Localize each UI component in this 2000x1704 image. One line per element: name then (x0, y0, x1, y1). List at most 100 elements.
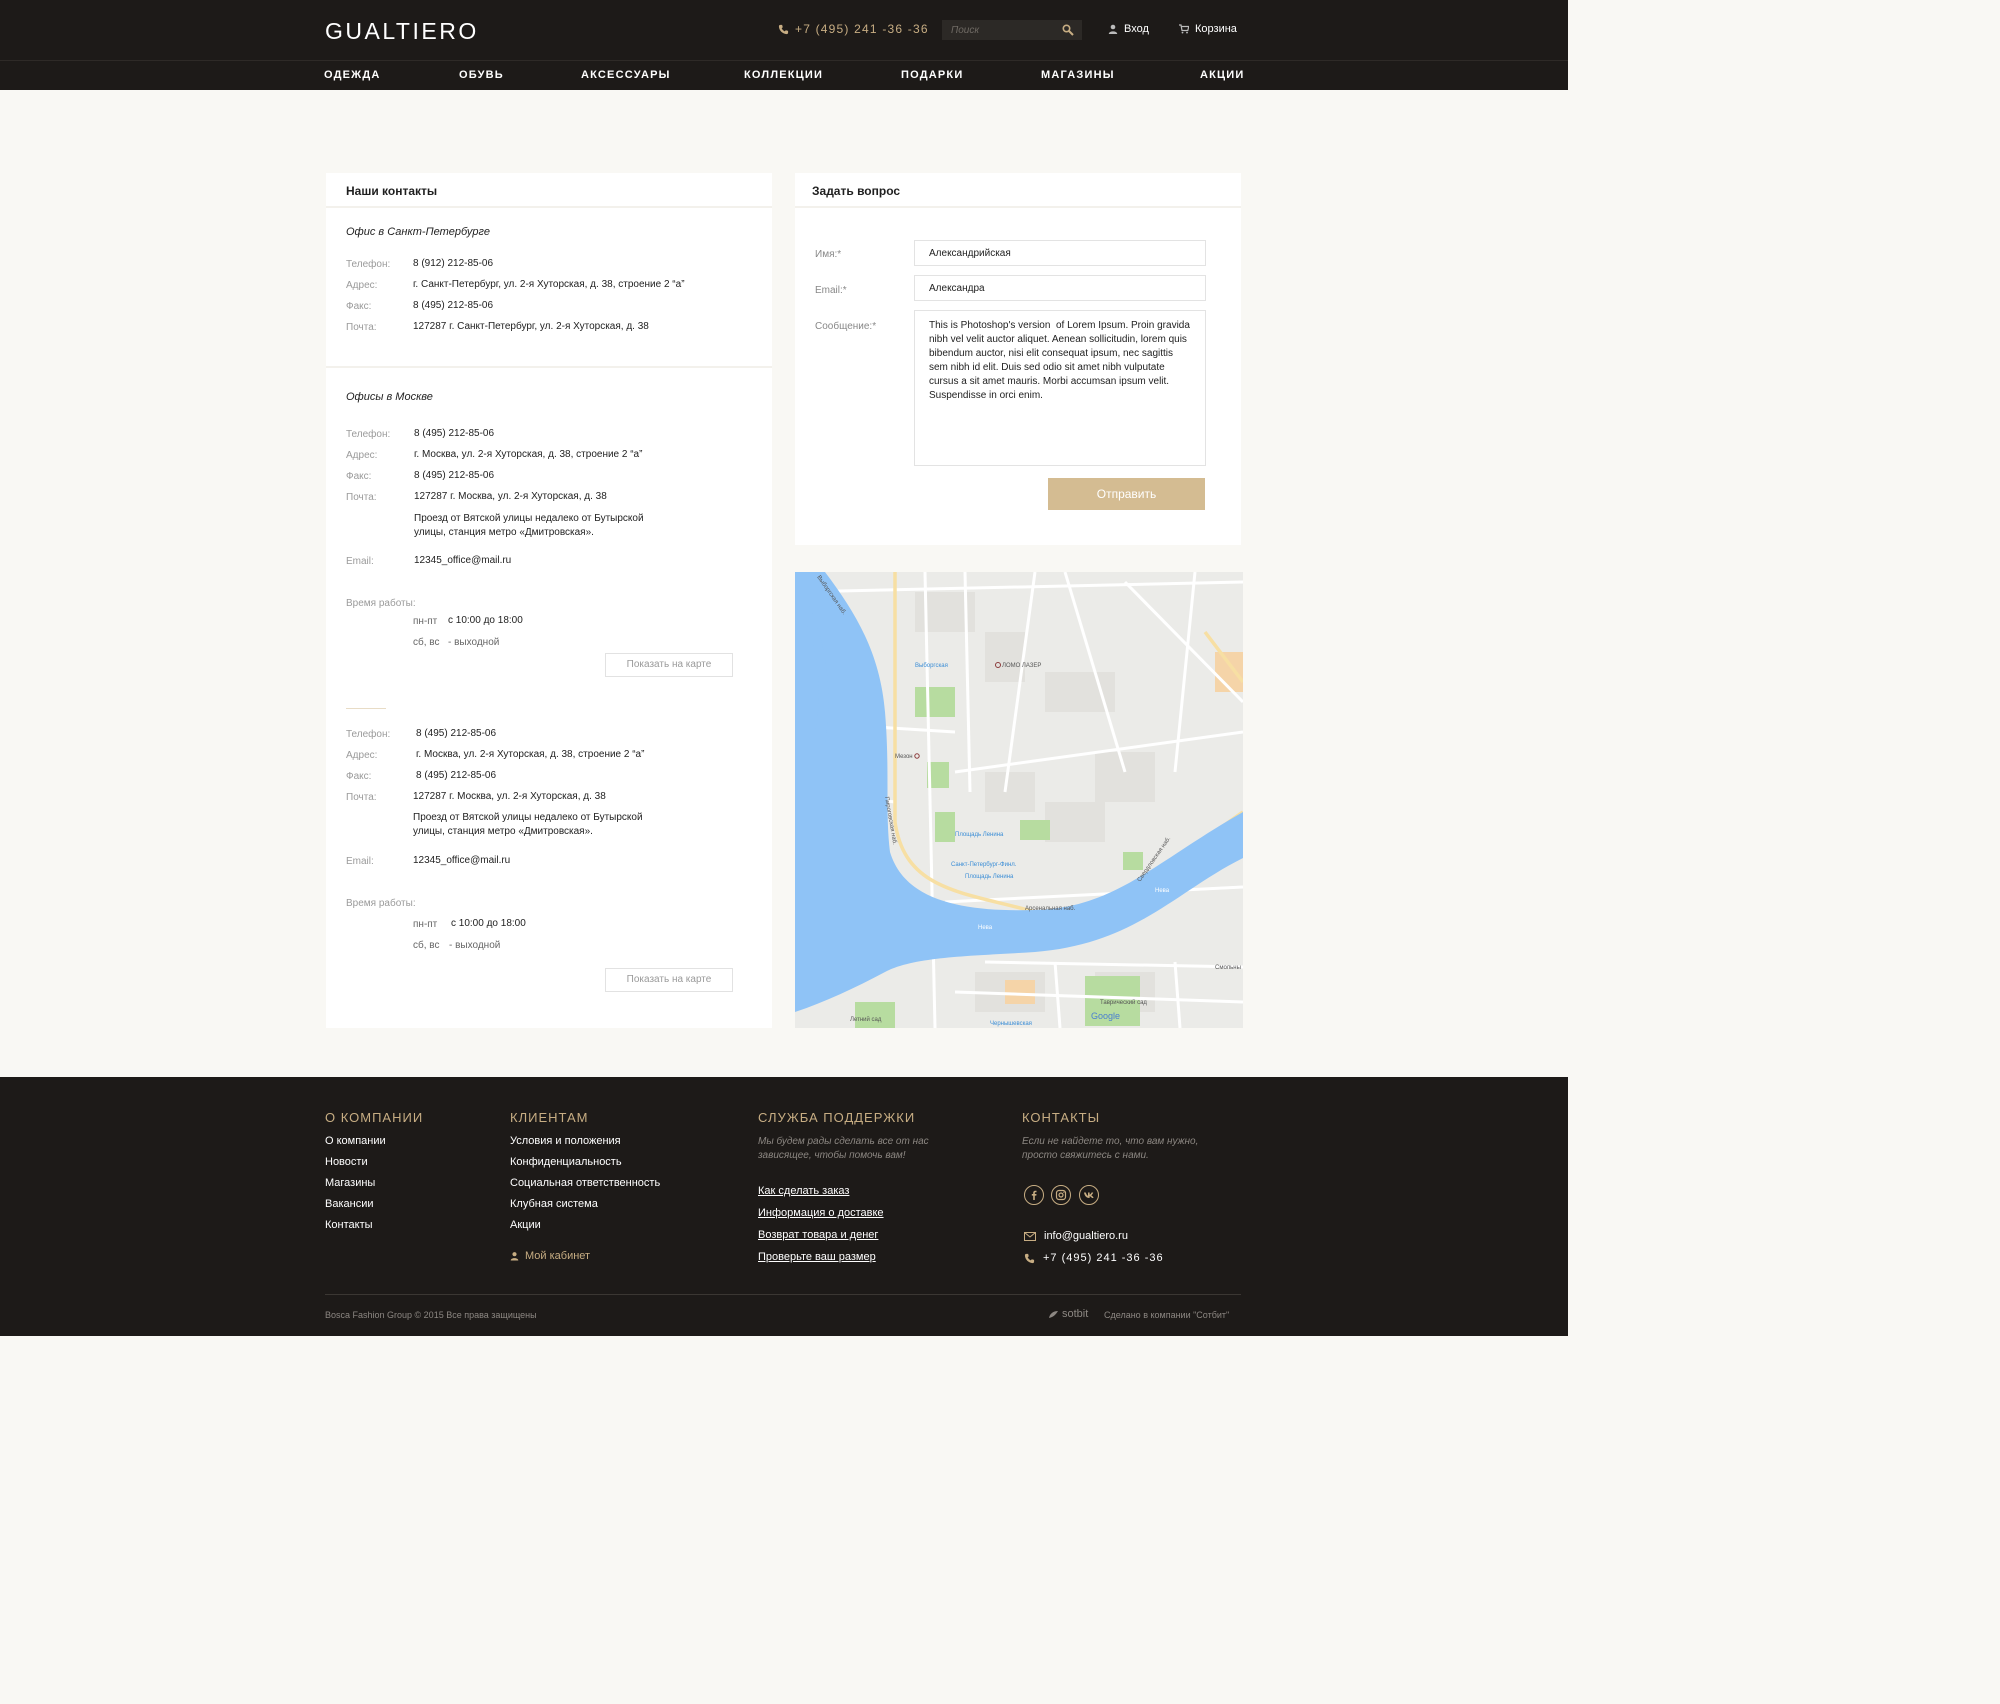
cart-icon (1179, 24, 1189, 34)
question-form-card: Задать вопрос Имя:* Email:* Сообщение:* … (795, 173, 1241, 545)
map-label-neva2: Нева (1155, 888, 1170, 894)
nav-item-shoes[interactable]: ОБУВЬ (459, 69, 504, 81)
phone-icon (1024, 1253, 1035, 1263)
login-link[interactable]: Вход (1108, 23, 1149, 35)
copyright: Bosca Fashion Group © 2015 Все права защ… (325, 1310, 537, 1320)
msk2-fax-label: Факс: (346, 771, 372, 782)
map-label-vyborgskaya: Выборгская (915, 663, 948, 669)
msk1-weekdays-hours: с 10:00 до 18:00 (448, 615, 523, 626)
map-label-tavrich: Таврический сад (1100, 999, 1147, 1006)
phone-icon (778, 24, 789, 34)
footer-link-privacy[interactable]: Конфиденциальность (510, 1156, 622, 1168)
footer-support-text-1: Мы будем рады сделать все от нас (758, 1136, 929, 1147)
submit-button[interactable]: Отправить (1048, 478, 1205, 510)
msk2-weekdays: пн-пт (413, 919, 438, 930)
spb-mail-label: Почта: (346, 322, 377, 333)
footer-link-about[interactable]: О компании (325, 1135, 386, 1147)
msk2-directions-line2: улицы, станция метро «Дмитровская». (413, 826, 593, 837)
nav-item-collections[interactable]: КОЛЛЕКЦИИ (744, 69, 823, 81)
map-label-lenin-sq2: Площадь Ленина (965, 874, 1014, 880)
footer-about-title: О КОМПАНИИ (325, 1110, 424, 1125)
footer-email-text: info@gualtiero.ru (1044, 1230, 1128, 1242)
msk1-show-map-button[interactable]: Показать на карте (605, 653, 733, 677)
msk1-hours-label: Время работы: (346, 598, 416, 609)
map-label-lenin-sq: Площадь Ленина (955, 832, 1004, 838)
msk2-hours-label: Время работы: (346, 898, 416, 909)
search-input[interactable] (942, 20, 1052, 40)
msk2-fax: 8 (495) 212-85-06 (416, 770, 497, 781)
header-phone[interactable]: +7 (495) 241 -36 -36 (778, 22, 929, 36)
user-icon (510, 1252, 519, 1261)
footer-link-stores[interactable]: Магазины (325, 1177, 375, 1189)
msk1-email[interactable]: 12345_office@mail.ru (414, 554, 511, 568)
footer-link-club[interactable]: Клубная система (510, 1198, 598, 1210)
search-icon[interactable] (1062, 24, 1074, 36)
msk2-weekend-hours: - выходной (449, 940, 501, 951)
email-label: Email:* (815, 285, 847, 296)
contacts-title: Наши контакты (326, 173, 772, 208)
cart-label: Корзина (1195, 23, 1237, 35)
msk2-weekdays-hours: с 10:00 до 18:00 (451, 918, 526, 929)
msk2-email[interactable]: 12345_office@mail.ru (413, 854, 510, 868)
nav-item-stores[interactable]: МАГАЗИНЫ (1041, 69, 1115, 81)
office-divider (346, 708, 386, 709)
moscow-offices-title: Офисы в Москве (346, 391, 433, 403)
nav-item-gifts[interactable]: ПОДАРКИ (901, 69, 963, 81)
msk1-fax-label: Факс: (346, 471, 372, 482)
logo[interactable]: GUALTIERO (325, 18, 479, 45)
msk2-mail-label: Почта: (346, 792, 377, 803)
footer-email[interactable]: info@gualtiero.ru (1024, 1230, 1128, 1242)
spb-phone: 8 (912) 212-85-06 (413, 258, 494, 269)
footer-phone-text: +7 (495) 241 -36 -36 (1043, 1252, 1164, 1264)
footer-link-social[interactable]: Социальная ответственность (510, 1177, 660, 1189)
msk1-weekend-hours: - выходной (448, 637, 500, 648)
sotbit-label: sotbit (1062, 1308, 1089, 1320)
footer-support-text-2: зависящее, чтобы помочь вам! (758, 1150, 906, 1161)
footer-link-vacancies[interactable]: Вакансии (325, 1198, 374, 1210)
footer-link-contacts[interactable]: Контакты (325, 1219, 373, 1231)
footer-link-how-to-order[interactable]: Как сделать заказ (758, 1185, 849, 1197)
map-label-chern: Чернышевская (990, 1021, 1032, 1027)
msk2-show-map-button[interactable]: Показать на карте (605, 968, 733, 992)
footer-link-terms[interactable]: Условия и положения (510, 1135, 621, 1147)
nav-item-clothing[interactable]: ОДЕЖДА (324, 69, 381, 81)
footer-link-promos[interactable]: Акции (510, 1219, 541, 1231)
spb-mail: 127287 г. Санкт-Петербург, ул. 2-я Хутор… (413, 321, 649, 332)
vk-icon[interactable] (1079, 1185, 1099, 1205)
footer-link-size[interactable]: Проверьте ваш размер (758, 1251, 876, 1263)
map-label-lomo: ЛОМО ЛАЗЕР (1002, 663, 1041, 669)
instagram-icon[interactable] (1051, 1185, 1071, 1205)
footer-link-news[interactable]: Новости (325, 1156, 368, 1168)
map-label-smolny: Смольны (1215, 965, 1241, 971)
sotbit-logo[interactable]: sotbit (1048, 1308, 1088, 1320)
footer-divider (325, 1294, 1241, 1295)
map[interactable]: Выборгская ЛОМО ЛАЗЕР Мезон Площадь Лени… (795, 572, 1243, 1028)
footer-contacts-text-2: просто свяжитесь с нами. (1022, 1150, 1149, 1161)
msk1-directions-line2: улицы, станция метро «Дмитровская». (414, 527, 594, 538)
mail-icon (1024, 1231, 1036, 1241)
footer-phone[interactable]: +7 (495) 241 -36 -36 (1024, 1252, 1164, 1264)
footer-link-returns[interactable]: Возврат товара и денег (758, 1229, 878, 1241)
message-field[interactable]: This is Photoshop's version of Lorem Ips… (914, 310, 1206, 466)
msk1-phone-label: Телефон: (346, 429, 391, 440)
cart-link[interactable]: Корзина (1179, 23, 1237, 35)
footer-cabinet-link[interactable]: Мой кабинет (510, 1250, 590, 1262)
nav-item-accessories[interactable]: АКСЕССУАРЫ (581, 69, 671, 81)
sotbit-icon (1049, 1310, 1058, 1318)
footer-contacts-text-1: Если не найдете то, что вам нужно, (1022, 1136, 1199, 1147)
msk1-directions-line1: Проезд от Вятской улицы недалеко от Буты… (414, 513, 644, 524)
msk2-address-label: Адрес: (346, 750, 378, 761)
name-field[interactable] (914, 240, 1206, 266)
map-label-arsenal: Арсенальная наб. (1025, 906, 1076, 912)
email-field[interactable] (914, 275, 1206, 301)
footer-link-delivery[interactable]: Информация о доставке (758, 1207, 884, 1219)
msk2-directions-line1: Проезд от Вятской улицы недалеко от Буты… (413, 812, 643, 823)
footer-support-title: СЛУЖБА ПОДДЕРЖКИ (758, 1110, 916, 1125)
facebook-icon[interactable] (1024, 1185, 1044, 1205)
msk2-address: г. Москва, ул. 2-я Хуторская, д. 38, стр… (416, 749, 645, 760)
msk1-phone: 8 (495) 212-85-06 (414, 428, 495, 439)
map-canvas[interactable]: Выборгская ЛОМО ЛАЗЕР Мезон Площадь Лени… (795, 572, 1243, 1028)
nav-item-sales[interactable]: АКЦИИ (1200, 69, 1245, 81)
msk1-mail: 127287 г. Москва, ул. 2-я Хуторская, д. … (414, 491, 607, 502)
msk1-fax: 8 (495) 212-85-06 (414, 470, 495, 481)
